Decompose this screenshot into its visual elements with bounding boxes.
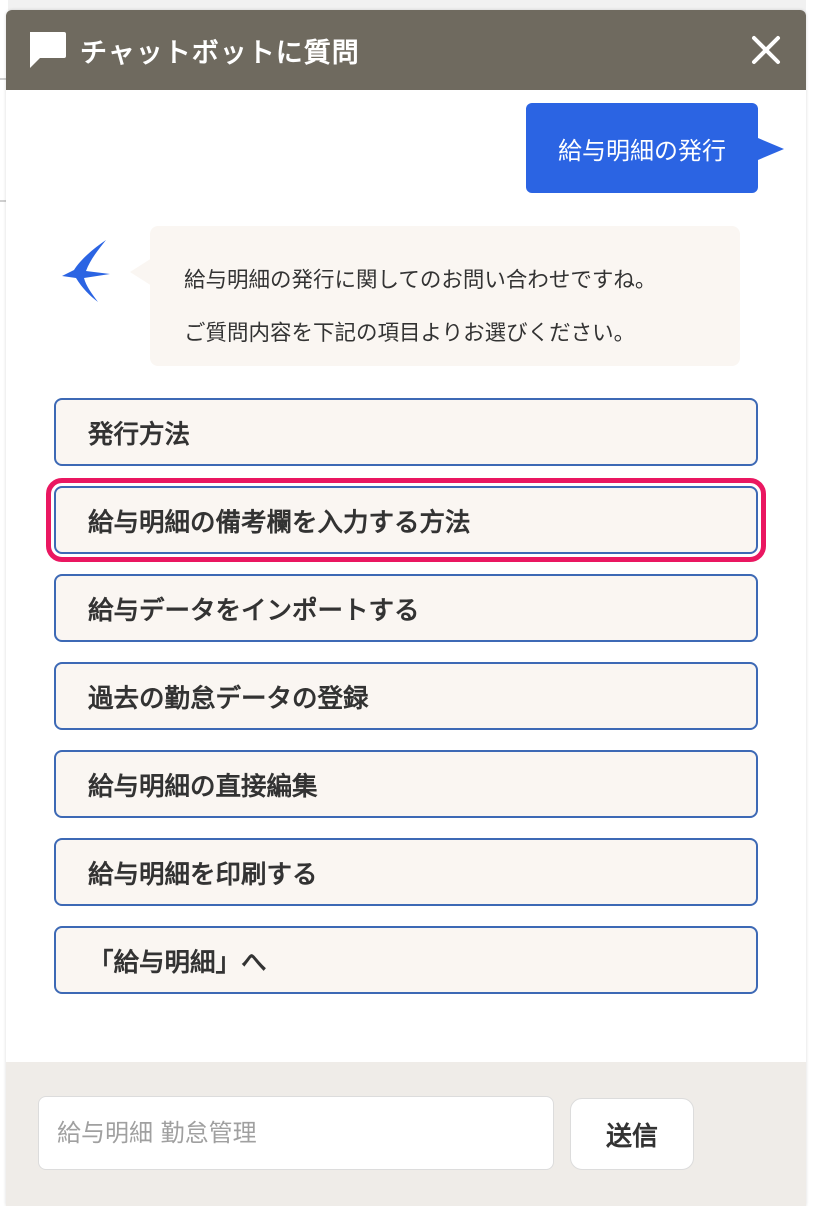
option-label: 「給与明細」へ (88, 947, 267, 978)
option-label: 過去の勤怠データの登録 (88, 683, 369, 714)
swallow-bird-icon (60, 238, 116, 308)
user-bubble-tail (758, 138, 784, 160)
chatbot-window: チャットボットに質問 給与明細の発行 給与明細の発行に関してのお問い合わせですね… (6, 10, 806, 1206)
option-label: 給与明細の備考欄を入力する方法 (88, 507, 471, 538)
option-button-remarks-input[interactable]: 給与明細の備考欄を入力する方法 (46, 478, 766, 562)
option-button-direct-edit[interactable]: 給与明細の直接編集 (54, 750, 758, 818)
option-button-issue-method[interactable]: 発行方法 (54, 398, 758, 466)
background-page-right (806, 0, 816, 1206)
option-button-go-to-payslip[interactable]: 「給与明細」へ (54, 926, 758, 994)
user-message-bubble: 給与明細の発行 (526, 103, 758, 193)
option-button-print[interactable]: 給与明細を印刷する (54, 838, 758, 906)
chat-input-bar: 送信 (6, 1062, 806, 1206)
option-label: 発行方法 (88, 419, 191, 450)
bot-message-line: 給与明細の発行に関してのお問い合わせですね。 (184, 268, 657, 293)
close-icon[interactable] (748, 32, 784, 68)
option-label: 給与明細の直接編集 (88, 771, 318, 802)
chat-title: チャットボットに質問 (80, 37, 360, 69)
chat-bubble-icon (26, 29, 68, 71)
chat-header: チャットボットに質問 (6, 10, 806, 90)
option-button-import-salary-data[interactable]: 給与データをインポートする (54, 574, 758, 642)
send-button[interactable]: 送信 (570, 1098, 694, 1170)
user-message-text: 給与明細の発行 (558, 136, 726, 165)
option-label: 給与明細を印刷する (88, 859, 318, 890)
bot-message-line: ご質問内容を下記の項目よりお選びください。 (184, 321, 636, 346)
bot-bubble-tail (130, 258, 152, 286)
chat-messages: 給与明細の発行 給与明細の発行に関してのお問い合わせですね。 ご質問内容を下記の… (6, 90, 806, 1062)
option-list: 発行方法 給与明細の備考欄を入力する方法 給与データをインポートする 過去の勤怠… (46, 398, 766, 1014)
option-button-past-attendance[interactable]: 過去の勤怠データの登録 (54, 662, 758, 730)
message-input[interactable] (38, 1096, 554, 1170)
option-label: 給与データをインポートする (88, 595, 420, 626)
bot-message-bubble: 給与明細の発行に関してのお問い合わせですね。 ご質問内容を下記の項目よりお選びく… (150, 226, 740, 366)
